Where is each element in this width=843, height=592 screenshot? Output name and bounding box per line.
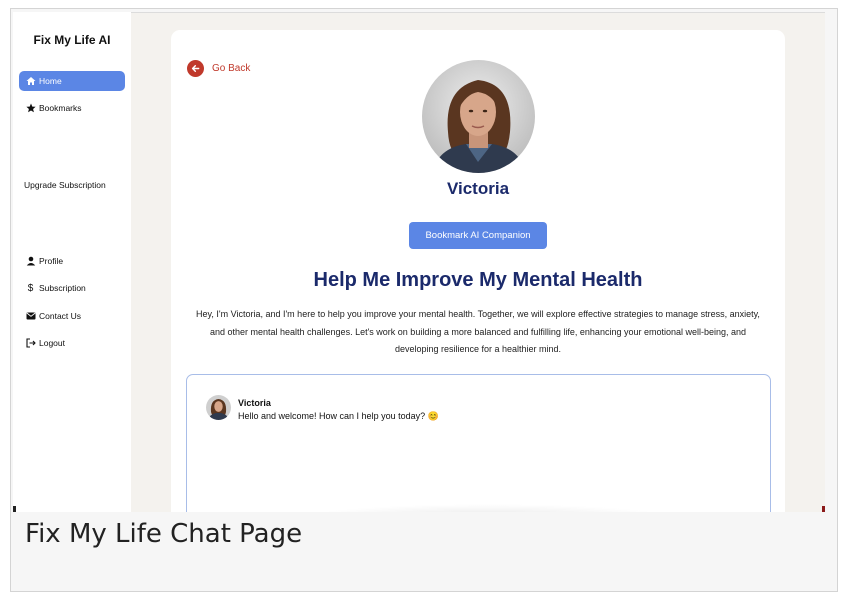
brand-title: Fix My Life AI	[33, 33, 111, 47]
page-headline: Help Me Improve My Mental Health	[313, 269, 643, 291]
sidebar-item-label: Contact Us	[39, 311, 82, 321]
edge-mark-right	[822, 506, 825, 512]
go-back-link[interactable]: Go Back	[187, 60, 250, 77]
image-caption: Fix My Life Chat Page	[25, 519, 303, 549]
bookmark-companion-button[interactable]: Bookmark AI Companion	[409, 222, 547, 249]
upgrade-subscription-link[interactable]: Upgrade Subscription	[24, 180, 106, 190]
dollar-icon: $	[27, 282, 34, 294]
sender-avatar	[206, 395, 231, 420]
main-card: Go Back Victoria Bookmark AI Companion H…	[171, 30, 785, 512]
sidebar-item-label: Logout	[39, 338, 65, 348]
app-screenshot: Fix My Life AI Home Bookmarks Upgrade Su…	[13, 12, 825, 512]
sidebar: Fix My Life AI Home Bookmarks Upgrade Su…	[13, 12, 131, 512]
user-icon	[25, 256, 36, 267]
sidebar-item-label: Subscription	[39, 283, 86, 293]
sidebar-item-contact-us[interactable]: Contact Us	[19, 306, 125, 326]
envelope-icon	[25, 311, 36, 322]
sidebar-item-bookmarks[interactable]: Bookmarks	[19, 98, 125, 118]
arrow-left-icon	[187, 60, 204, 77]
sidebar-item-label: Profile	[39, 256, 64, 266]
sidebar-item-logout[interactable]: Logout	[19, 333, 125, 353]
star-icon	[25, 103, 36, 114]
chat-window[interactable]: Victoria Hello and welcome! How can I he…	[186, 374, 771, 512]
sidebar-item-subscription[interactable]: $ Subscription	[19, 278, 125, 298]
input-shadow	[298, 504, 678, 512]
sidebar-item-profile[interactable]: Profile	[19, 251, 125, 271]
top-divider	[13, 12, 825, 13]
companion-avatar	[422, 60, 535, 173]
chat-message: Victoria Hello and welcome! How can I he…	[206, 395, 439, 422]
message-text: Hello and welcome! How can I help you to…	[238, 411, 439, 421]
sidebar-item-label: Bookmarks	[39, 103, 82, 113]
go-back-label: Go Back	[212, 63, 251, 74]
sidebar-item-label: Home	[39, 76, 62, 86]
home-icon	[25, 76, 36, 87]
sidebar-item-home[interactable]: Home	[19, 71, 125, 91]
message-sender: Victoria	[238, 398, 271, 408]
logout-icon	[25, 338, 36, 349]
companion-intro: Hey, I'm Victoria, and I'm here to help …	[196, 309, 760, 354]
companion-name: Victoria	[446, 179, 510, 198]
edge-mark-left	[13, 506, 16, 512]
